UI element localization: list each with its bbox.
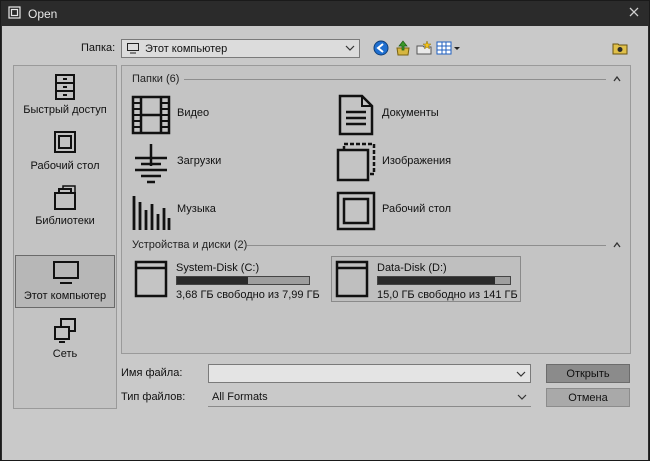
filetype-value: All Formats [212, 391, 268, 403]
libraries-icon [54, 185, 76, 210]
chevron-down-icon[interactable] [517, 394, 527, 401]
new-folder-icon[interactable] [415, 39, 433, 57]
place-label: Сеть [52, 348, 78, 360]
chevron-down-icon [345, 45, 355, 51]
drive-free-space: 3,68 ГБ свободно из 7,99 ГБ [176, 289, 320, 301]
music-icon [132, 196, 171, 230]
place-desktop[interactable]: Рабочий стол [15, 126, 115, 180]
place-libraries[interactable]: Библиотеки [15, 181, 115, 235]
drive-d[interactable]: Data-Disk (D:) 15,0 ГБ свободно из 141 Г… [331, 256, 521, 302]
folder-label: Изображения [382, 155, 452, 167]
folder-desktop[interactable]: Рабочий стол [336, 190, 496, 232]
place-quick-access[interactable]: Быстрый доступ [15, 70, 115, 124]
filetype-select[interactable]: All Formats [208, 388, 531, 407]
collapse-up-icon[interactable] [613, 242, 621, 248]
downloads-icon [135, 144, 167, 184]
folder-label: Музыка [177, 203, 216, 215]
folder-label: Документы [382, 107, 439, 119]
dialog-body: Папка: Этот компьютер Быстрый доступ Раб… [2, 26, 648, 460]
folder-label: Рабочий стол [382, 203, 452, 215]
filename-input[interactable] [208, 364, 531, 383]
collapse-up-icon[interactable] [613, 76, 621, 82]
folder-label: Загрузки [177, 155, 222, 167]
filename-label: Имя файла: [121, 367, 183, 379]
place-this-pc[interactable]: Этот компьютер [15, 255, 115, 308]
drive-usage-fill [378, 277, 496, 284]
window-icon [8, 6, 21, 19]
folders-group-header[interactable]: Папки (6) [132, 73, 179, 85]
close-icon[interactable] [627, 5, 641, 19]
folder-video[interactable]: Видео [131, 94, 291, 136]
places-bar: Быстрый доступ Рабочий стол Библиотеки Э… [13, 65, 117, 409]
place-label: Быстрый доступ [23, 104, 107, 116]
place-label: Библиотеки [35, 215, 95, 227]
drive-icon [134, 260, 168, 298]
desktop-icon [54, 131, 76, 153]
drive-name: Data-Disk (D:) [377, 262, 447, 274]
camera-folder-icon[interactable] [611, 39, 629, 57]
folder-music[interactable]: Музыка [131, 190, 291, 232]
folder-downloads[interactable]: Загрузки [131, 142, 291, 184]
chevron-down-icon[interactable] [516, 371, 526, 378]
open-button[interactable]: Открыть [546, 364, 630, 383]
file-view: Папки (6) Видео Документы Загрузки Изобр… [121, 65, 631, 354]
view-menu-icon[interactable] [436, 39, 462, 57]
drive-c[interactable]: System-Disk (C:) 3,68 ГБ свободно из 7,9… [130, 256, 320, 302]
folder-pictures[interactable]: Изображения [336, 142, 496, 184]
back-icon[interactable] [372, 39, 390, 57]
window-title: Open [28, 7, 58, 21]
place-label: Этот компьютер [23, 290, 107, 302]
up-folder-icon[interactable] [394, 39, 412, 57]
place-network[interactable]: Сеть [15, 314, 115, 368]
drive-icon [335, 260, 369, 298]
documents-icon [338, 94, 374, 136]
this-pc-icon [53, 261, 79, 284]
quick-access-icon [55, 74, 75, 100]
lookin-value: Этот компьютер [145, 43, 228, 55]
video-icon [131, 95, 171, 135]
drives-group-header[interactable]: Устройства и диски (2) [132, 239, 247, 251]
drive-free-space: 15,0 ГБ свободно из 141 ГБ [377, 289, 518, 301]
drive-usage-bar [176, 276, 310, 285]
drive-usage-bar [377, 276, 511, 285]
group-divider [184, 79, 606, 80]
group-divider [247, 245, 606, 246]
lookin-label: Папка: [81, 42, 116, 54]
title-bar[interactable]: Open [1, 1, 649, 26]
open-dialog: Open Папка: Этот компьютер Быстрый досту… [0, 0, 650, 461]
pictures-icon [336, 142, 376, 182]
drive-name: System-Disk (C:) [176, 262, 260, 274]
drive-usage-fill [177, 277, 249, 284]
filetype-label: Тип файлов: [121, 391, 186, 403]
folder-label: Видео [177, 107, 210, 119]
computer-small-icon [127, 43, 139, 54]
desktop-folder-icon [336, 191, 376, 231]
folder-documents[interactable]: Документы [336, 94, 496, 136]
cancel-button[interactable]: Отмена [546, 388, 630, 407]
place-label: Рабочий стол [30, 160, 100, 172]
network-icon [54, 318, 76, 343]
lookin-combobox[interactable]: Этот компьютер [121, 39, 360, 58]
